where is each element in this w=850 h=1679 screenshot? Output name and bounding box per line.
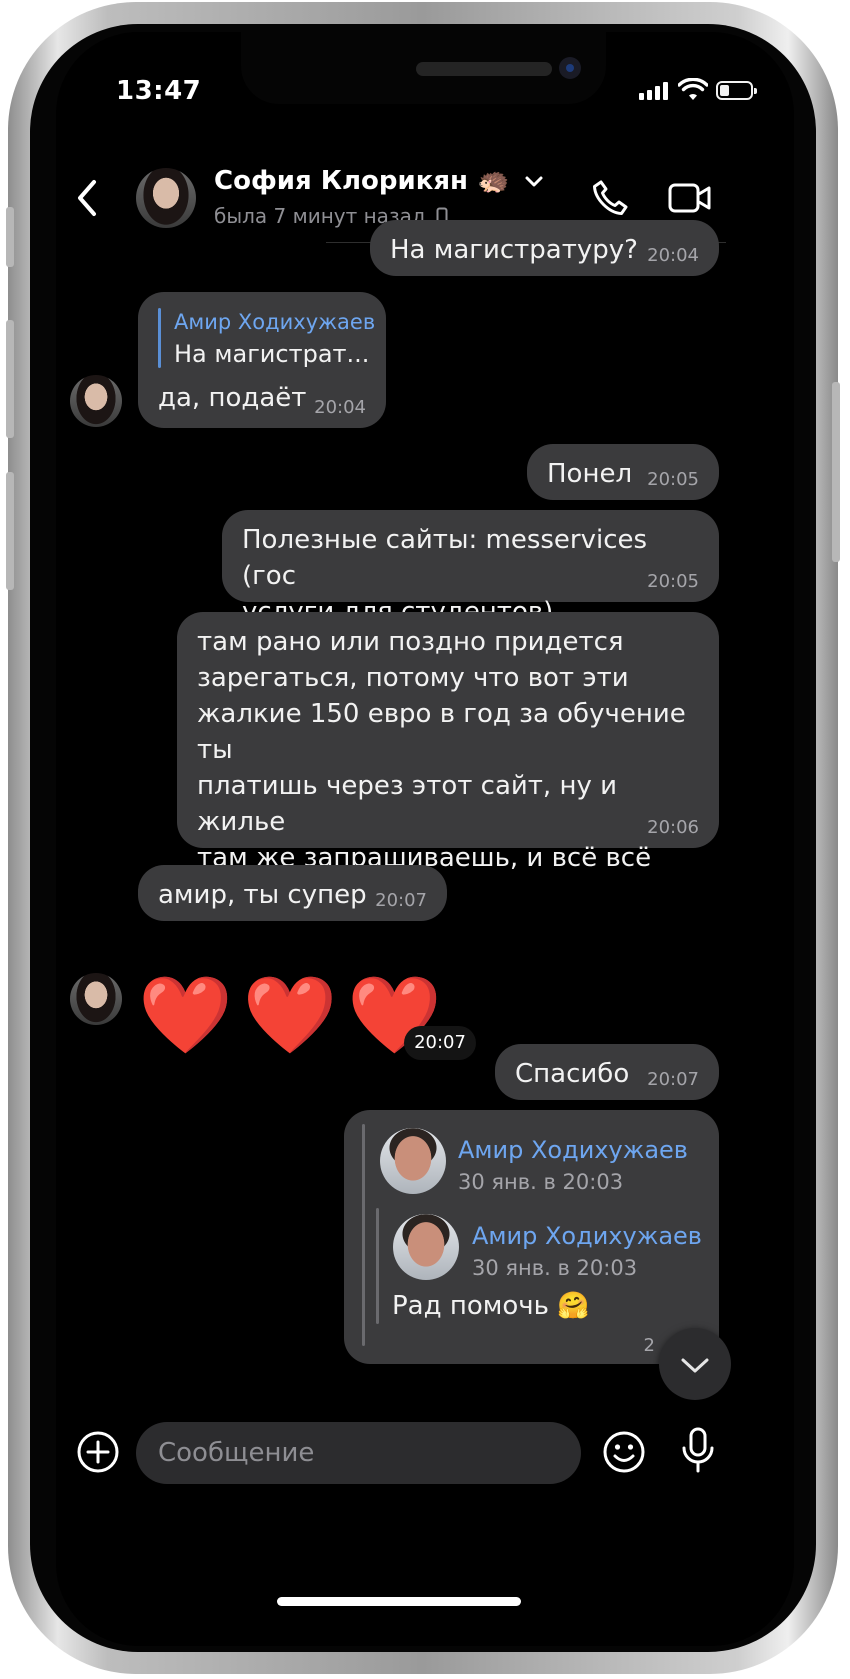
attach-plus-icon[interactable] — [76, 1430, 120, 1474]
nested-author-avatar[interactable] — [393, 1214, 459, 1280]
reply-author[interactable]: Амир Ходихужаев — [174, 308, 375, 336]
chevron-down-icon — [681, 1358, 709, 1373]
status-time: 13:47 — [116, 76, 202, 106]
message-bubble-incoming[interactable]: Амир Ходихужаев На магистрат... да, пода… — [138, 292, 386, 428]
contact-name[interactable]: София Клорикян 🦔 — [214, 166, 544, 196]
cellular-signal-icon — [639, 82, 668, 100]
reply-quote-bar — [158, 308, 161, 368]
volume-up-button — [6, 320, 14, 438]
message-bubble-incoming[interactable]: амир, ты супер 20:07 — [138, 865, 447, 921]
power-button — [832, 382, 840, 562]
phone-call-icon[interactable] — [590, 178, 630, 218]
nested-forward-bar — [376, 1208, 379, 1324]
sender-avatar[interactable] — [70, 375, 122, 427]
home-indicator[interactable] — [277, 1597, 521, 1606]
chevron-down-icon[interactable] — [524, 175, 544, 189]
microphone-icon[interactable] — [680, 1426, 716, 1476]
message-bubble-outgoing[interactable]: Спасибо 20:07 — [495, 1044, 719, 1100]
nested-author-name[interactable]: Амир Ходихужаев — [472, 1218, 702, 1254]
forward-author-name[interactable]: Амир Ходихужаев — [458, 1132, 688, 1168]
video-call-icon[interactable] — [668, 182, 712, 214]
contact-avatar[interactable] — [136, 168, 196, 228]
message-bubble-outgoing[interactable]: Полезные сайты: messervices (гос услуги … — [222, 510, 719, 627]
front-camera — [559, 57, 581, 79]
message-input[interactable]: Сообщение — [136, 1422, 581, 1484]
back-chevron-icon[interactable] — [74, 178, 100, 218]
message-composer: Сообщение — [56, 1412, 794, 1502]
forward-date: 30 янв. в 20:03 — [458, 1170, 624, 1194]
message-bubble-outgoing[interactable]: там рано или поздно придется зарегаться,… — [177, 612, 719, 909]
speaker — [416, 62, 552, 76]
reply-snippet: На магистрат... — [174, 340, 370, 368]
nested-date: 30 янв. в 20:03 — [472, 1256, 638, 1280]
forward-author-avatar[interactable] — [380, 1128, 446, 1194]
message-bubble-outgoing[interactable]: Понел 20:05 — [527, 444, 719, 500]
message-bubble-forwarded[interactable]: Амир Ходихужаев 30 янв. в 20:03 Амир Ход… — [344, 1110, 719, 1364]
notch — [241, 32, 606, 104]
forward-quote-bar — [362, 1124, 365, 1346]
message-bubble-outgoing[interactable]: На магистратуру? 20:04 — [370, 220, 719, 276]
message-text: Рад помочь 🤗 — [392, 1291, 590, 1321]
mute-switch — [6, 207, 14, 267]
wifi-icon — [678, 78, 708, 100]
sender-avatar[interactable] — [70, 973, 122, 1025]
battery-icon — [716, 81, 757, 100]
screen: 13:47 София Клорикян 🦔 была 7 минут наза… — [56, 32, 794, 1646]
message-text: да, подаёт — [158, 383, 307, 413]
scroll-to-bottom-button[interactable] — [659, 1328, 731, 1400]
message-time: 20:07 — [404, 1026, 476, 1060]
volume-down-button — [6, 472, 14, 590]
emoji-smile-icon[interactable] — [602, 1430, 646, 1474]
